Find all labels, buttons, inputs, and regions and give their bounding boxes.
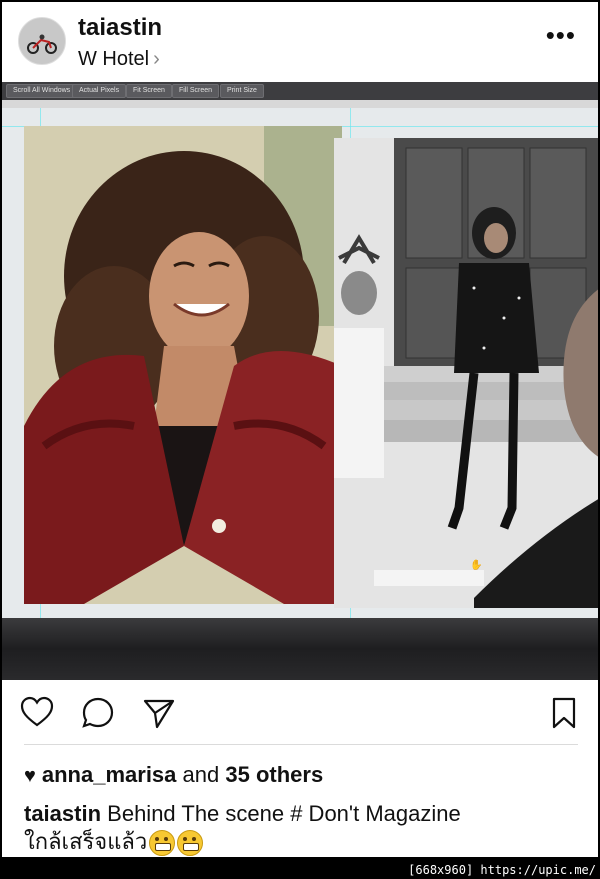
caption-username[interactable]: taiastin — [24, 801, 101, 826]
likes-line[interactable]: ♥ anna_marisa and 35 others — [24, 762, 323, 788]
right-photo-full-body — [334, 138, 598, 608]
share-icon[interactable] — [142, 696, 176, 730]
toolbar-button: Scroll All Windows — [6, 84, 78, 98]
post-location[interactable]: W Hotel › — [78, 48, 160, 71]
action-bar — [2, 680, 598, 744]
bookmark-icon[interactable] — [547, 696, 581, 730]
comment-icon[interactable] — [81, 696, 115, 730]
divider — [24, 744, 578, 745]
likes-others[interactable]: 35 others — [225, 762, 323, 787]
caption-line2: ใกล้เสร็จแล้ว — [24, 829, 148, 854]
toolbar-button: Fit Screen — [126, 84, 172, 98]
instagram-post: taiastin W Hotel › ••• Scroll All Windows… — [2, 2, 598, 857]
watermark: [668x960] https://upic.me/ — [408, 863, 596, 877]
likes-user[interactable]: anna_marisa — [42, 762, 177, 787]
post-photo[interactable]: Scroll All Windows Actual Pixels Fit Scr… — [2, 82, 598, 680]
editor-toolbar: Scroll All Windows Actual Pixels Fit Scr… — [2, 82, 598, 100]
likes-joiner: and — [182, 762, 220, 787]
heart-icon[interactable] — [20, 696, 54, 730]
caption: taiastin Behind The scene # Don't Magazi… — [24, 800, 584, 857]
post-username[interactable]: taiastin — [78, 14, 162, 42]
left-photo-portrait — [24, 126, 342, 604]
motorbike-avatar-image — [27, 34, 57, 54]
grimacing-emoji-icon — [149, 830, 176, 857]
hand-cursor-icon: ✋ — [470, 560, 483, 571]
avatar[interactable] — [18, 17, 66, 65]
location-label: W Hotel — [78, 48, 150, 70]
post-header: taiastin W Hotel › ••• — [2, 2, 598, 82]
grimacing-emoji-icon — [177, 830, 204, 857]
chevron-right-icon: › — [153, 48, 160, 70]
caption-text: Behind The scene # Don't Magazine — [107, 801, 461, 826]
heart-small-icon: ♥ — [24, 765, 36, 787]
fashion-shot-illustration — [334, 138, 598, 608]
toolbar-button: Print Size — [220, 84, 264, 98]
monitor-bezel — [2, 618, 598, 680]
toolbar-button: Actual Pixels — [72, 84, 127, 98]
more-icon[interactable]: ••• — [546, 22, 576, 48]
toolbar-button: Fill Screen — [172, 84, 220, 98]
portrait-illustration — [24, 126, 342, 604]
